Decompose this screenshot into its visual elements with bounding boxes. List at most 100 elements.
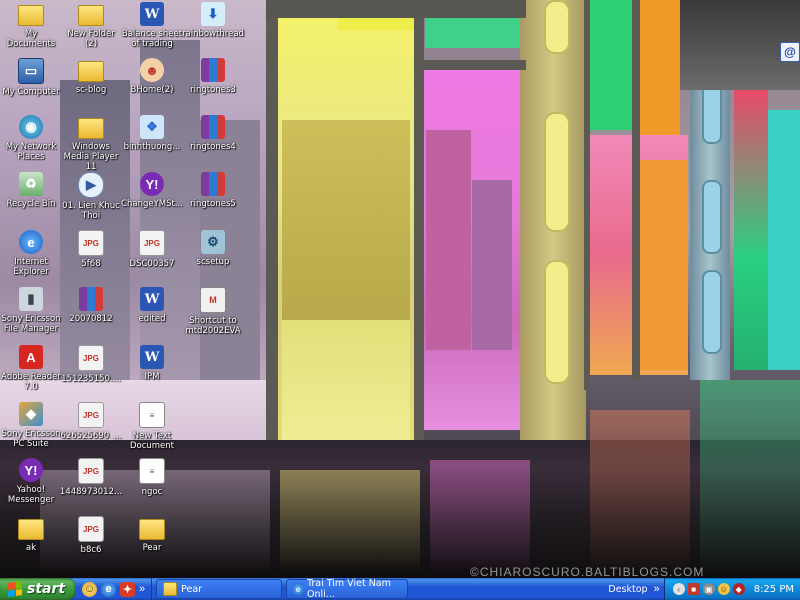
wallpaper-glass-pane [640,160,688,370]
desktop-icon-1448973012[interactable]: JPG 1448973012... [60,458,122,497]
wallpaper-building [282,120,410,320]
desktop-icon-label: 1448973012... [59,487,123,497]
wallpaper-building [426,130,471,350]
desktop-icon-5f68[interactable]: JPG 5f68 [60,230,122,269]
desktop-icon-new-text-document[interactable]: ≡ New Text Document [121,402,183,451]
installer-icon: ⬇ [201,2,225,26]
internet-explorer-icon[interactable]: e [101,581,116,597]
desktop-icon-sony-ericsson-pc-suite[interactable]: ◆ Sony Ericsson PC Suite [0,402,62,449]
desktop-icon-label: 01. Lien Khuc Thoi [62,201,120,221]
desktop-icon-label: 151235150.... [61,374,121,384]
desktop-icon-ringtones5[interactable]: ringtones5 [182,172,244,209]
desktop-icon-ngoc[interactable]: ≡ ngoc [121,458,183,497]
desktop-icon-edited[interactable]: W edited [121,287,183,324]
network-icon[interactable]: ▣ [702,583,715,595]
yahoo-messenger-icon: Y! [140,172,164,196]
desktop-icon-balance-sheet[interactable]: W Balance sheet of trading [121,2,183,49]
wallpaper-building [472,180,512,350]
desktop-toolbar-more-button[interactable]: » [654,583,660,595]
desktop-icon-label: DSC00357 [129,259,175,269]
desktop-icon-ak[interactable]: ak [0,516,62,553]
desktop-icon-changeymst[interactable]: Y! ChangeYMSt... [121,172,183,209]
desktop-icon-626525690[interactable]: JPG 626525690_... [60,402,122,441]
antivirus-icon[interactable]: ◆ [732,583,745,595]
desktop-icon-adobe-reader[interactable]: A Adobe Reader 7.0 [0,345,62,392]
jpeg-icon: JPG [139,230,165,256]
desktop-icon-label: 5f68 [81,259,101,269]
back-arrow-icon[interactable]: ‹ [672,583,685,595]
desktop-icon-label: My Documents [6,29,56,49]
taskbar-button-trai-tim-viet-nam[interactable]: e Trai Tim Viet Nam Onli... [286,578,409,600]
desktop-icon-dsc00357[interactable]: JPG DSC00357 [121,230,183,269]
wallpaper-reflection [280,470,420,570]
desktop-icon-label: Shortcut to mtd2002EVA [185,316,241,336]
desktop-icon-recycle-bin[interactable]: ♻ Recycle Bin [0,172,62,209]
desktop-icon-ipm[interactable]: W IPM [121,345,183,382]
messenger-icon[interactable]: ☺ [717,583,730,595]
taskbar-button-pear[interactable]: Pear [156,579,283,599]
desktop-icon-20070812[interactable]: 20070812 [60,287,122,324]
desktop-icon-label: Sony Ericsson PC Suite [1,429,61,449]
folder-icon [78,61,104,82]
floating-app-icon[interactable]: @ [780,42,800,62]
document-icon: ❖ [140,115,164,139]
desktop-icon-bhome-2[interactable]: ☻ BHome(2) [121,58,183,95]
pdf-icon: A [19,345,43,369]
folder-icon [18,5,44,26]
desktop-icon-label: My Computer [2,87,60,97]
desktop-icon-my-computer[interactable]: ▭ My Computer [0,58,62,97]
text-file-icon: ≡ [139,458,165,484]
desktop-toolbar-label[interactable]: Desktop [608,584,647,595]
word-doc-icon: W [140,345,164,369]
desktop-icon-label: ngoc [141,487,163,497]
desktop-icon-lien-khuc-thoi[interactable]: ▶ 01. Lien Khuc Thoi [60,172,122,221]
folder-icon [163,582,178,596]
desktop-icon-my-network-places[interactable]: ◉ My Network Places [0,115,62,162]
taskbar-button-label: Trai Tim Viet Nam Onli... [306,578,391,600]
show-desktop-icon[interactable]: ✦ [120,581,135,597]
desktop-icon-b8c6[interactable]: JPG b8c6 [60,516,122,555]
desktop-icon-shortcut-mtd2002eva[interactable]: M Shortcut to mtd2002EVA [182,287,244,336]
desktop-icon-label: IPM [144,372,160,382]
archive-icon [201,58,225,82]
internet-explorer-icon: e [293,583,303,595]
desktop-icon-internet-explorer[interactable]: e Internet Explorer [0,230,62,277]
wallpaper-window-frame [632,0,640,380]
desktop-icon-rainbowthread[interactable]: ⬇ rainbowthread [182,2,244,39]
desktop-icon-label: Adobe Reader 7.0 [1,372,61,392]
desktop-icon-my-documents[interactable]: My Documents [0,2,62,49]
desktop-icon-ringtones4[interactable]: ringtones4 [182,115,244,152]
desktop-icon-151235150[interactable]: JPG 151235150.... [60,345,122,384]
archive-icon [201,172,225,196]
wallpaper-window-frame [584,0,590,390]
desktop-icon-label: binhthuong... [123,142,181,152]
desktop-icon-label: ringtones5 [190,199,236,209]
desktop-icon-sony-ericsson-file-manager[interactable]: ▮ Sony Ericsson File Manager [0,287,62,334]
desktop-icon-label: ak [25,543,37,553]
desktop-icon-windows-media-player-11[interactable]: Windows Media Player 11 [60,115,122,172]
desktop-icon-pear[interactable]: Pear [121,516,183,553]
security-icon[interactable]: ■ [687,583,700,595]
wallpaper-slot-window [702,270,722,354]
jpeg-icon: JPG [78,345,104,371]
desktop-icon-label: ringtones3 [190,85,236,95]
desktop-icon-new-folder-2[interactable]: New Folder (2) [60,2,122,49]
computer-icon: ▭ [18,58,44,84]
wallpaper-reflection [430,460,530,570]
desktop-icon-label: My Network Places [5,142,57,162]
wallpaper-glass-pane [768,110,800,370]
taskbar: start ☺ e ✦ » Pear e Trai Tim Viet Nam O… [0,578,800,600]
desktop-icon-label: BHome(2) [130,85,174,95]
desktop-icon-label: Yahoo! Messenger [7,485,55,505]
desktop-icon-sc-blog[interactable]: sc-blog [60,58,122,95]
desktop-icon-yahoo-messenger[interactable]: Y! Yahoo! Messenger [0,458,62,505]
clock[interactable]: 8:25 PM [754,584,794,595]
msn-messenger-icon[interactable]: ☺ [82,581,97,597]
quick-launch-more-button[interactable]: » [139,583,145,595]
wallpaper-reflection [590,410,690,570]
start-button[interactable]: start [0,578,76,600]
desktop-icon-scsetup[interactable]: ⚙ scsetup [182,230,244,267]
desktop-icon-binhthuong[interactable]: ❖ binhthuong... [121,115,183,152]
internet-explorer-icon: e [19,230,43,254]
desktop-icon-ringtones3[interactable]: ringtones3 [182,58,244,95]
